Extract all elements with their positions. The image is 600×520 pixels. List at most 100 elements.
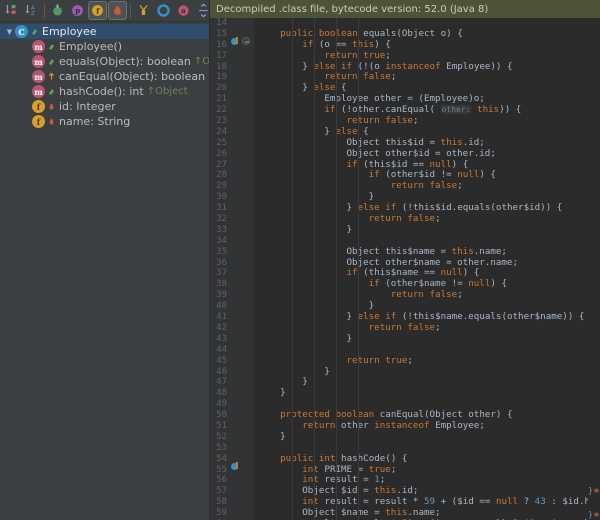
tree-item-employee-ctor[interactable]: m Employee() [0, 39, 209, 54]
gutter-line[interactable]: 40 [210, 301, 254, 312]
code-lines: public boolean equals(Object o) { if (o … [258, 18, 588, 520]
gutter-line[interactable]: 57 [210, 486, 254, 497]
line-number: 31 [210, 203, 228, 214]
gutter-line[interactable]: 28 [210, 170, 254, 181]
tree-item-canequal[interactable]: m canEqual(Object): boolean [0, 69, 209, 84]
visibility-private-icon [46, 117, 57, 126]
gutter-line[interactable]: 32 [210, 214, 254, 225]
gutter-line[interactable]: 23 [210, 116, 254, 127]
line-number: 59 [210, 508, 228, 519]
gutter-line[interactable]: 49 [210, 399, 254, 410]
gutter-line[interactable]: 27 [210, 160, 254, 171]
gutter-line[interactable]: 29 [210, 181, 254, 192]
visibility-public-icon [46, 42, 57, 51]
sort-by-visibility-icon[interactable] [2, 1, 21, 20]
gutter-line[interactable]: 51 [210, 421, 254, 432]
gutter-line[interactable]: 15 [210, 29, 254, 40]
line-number: 22 [210, 105, 228, 116]
tree-item-equals[interactable]: m equals(Object): boolean ↑Object [0, 54, 209, 69]
idea-decompiled-class-view: A Z p f [0, 0, 600, 520]
gutter-line[interactable]: 24 [210, 127, 254, 138]
tree-item-hashcode[interactable]: m hashCode(): int ↑Object [0, 84, 209, 99]
editor-area: Decompiled .class file, bytecode version… [210, 0, 600, 520]
gutter-line[interactable]: 34 [210, 236, 254, 247]
tree-item-label: name: String [59, 115, 130, 128]
gutter-line[interactable]: 45 [210, 356, 254, 367]
class-icon: C [15, 25, 28, 38]
gutter-line[interactable]: 41 [210, 312, 254, 323]
gutter-line[interactable]: 22 [210, 105, 254, 116]
gutter-line[interactable]: 33 [210, 225, 254, 236]
line-number: 38 [210, 279, 228, 290]
gutter-line[interactable]: 44 [210, 345, 254, 356]
gutter-line[interactable]: 20 [210, 83, 254, 94]
tree-item-name-field[interactable]: f name: String [0, 114, 209, 129]
line-number: 47 [210, 377, 228, 388]
autoscroll-to-source-icon[interactable]: a [174, 1, 193, 20]
editor-scrollbar[interactable]: }≡}≡ [588, 18, 600, 520]
gutter-line[interactable]: 25 [210, 138, 254, 149]
show-inherited-icon[interactable] [108, 1, 127, 20]
gutter-line[interactable]: 42 [210, 323, 254, 334]
gutter-line[interactable]: 26 [210, 149, 254, 160]
line-number: 58 [210, 497, 228, 508]
gutter-line[interactable]: 31 [210, 203, 254, 214]
line-number: 24 [210, 127, 228, 138]
gutter-line[interactable]: 14 [210, 18, 254, 29]
gutter-line[interactable]: 38 [210, 279, 254, 290]
gutter-line[interactable]: 21 [210, 94, 254, 105]
gutter-line[interactable]: 19 [210, 72, 254, 83]
visibility-private-icon [46, 102, 57, 111]
line-number: 40 [210, 301, 228, 312]
gutter-line[interactable]: 37 [210, 268, 254, 279]
gutter-line[interactable]: 47 [210, 377, 254, 388]
line-number: 45 [210, 356, 228, 367]
tree-item-label: Employee [42, 25, 96, 38]
show-properties-icon[interactable]: p [68, 1, 87, 20]
line-number: 42 [210, 323, 228, 334]
code-scroll-region[interactable]: 1415161718192021222324252627282930313233… [210, 18, 600, 520]
gutter-line[interactable]: 39 [210, 290, 254, 301]
gutter-line[interactable]: 53 [210, 443, 254, 454]
tree-item-id-field[interactable]: f id: Integer [0, 99, 209, 114]
tree-item-label: canEqual(Object): boolean [59, 70, 205, 83]
gutter-line[interactable]: 55 [210, 465, 254, 476]
visibility-public-icon [46, 57, 57, 66]
show-non-public-icon[interactable]: f [88, 1, 107, 20]
line-number: 16 [210, 40, 228, 51]
gutter-line[interactable]: 43 [210, 334, 254, 345]
show-fields-icon[interactable] [48, 1, 67, 20]
gutter-line[interactable]: 46 [210, 367, 254, 378]
field-icon: f [32, 115, 45, 128]
gutter-line[interactable]: 48 [210, 388, 254, 399]
line-number: 52 [210, 432, 228, 443]
indent-guide [358, 18, 359, 520]
tree-item-employee[interactable]: ▼ C Employee [0, 24, 209, 39]
editor-gutter[interactable]: 1415161718192021222324252627282930313233… [210, 18, 254, 520]
gutter-line[interactable]: 58 [210, 497, 254, 508]
tree-item-label: id: Integer [59, 100, 116, 113]
gutter-line[interactable]: 54 [210, 454, 254, 465]
gutter-line[interactable]: 17 [210, 51, 254, 62]
gutter-line[interactable]: 52 [210, 432, 254, 443]
gutter-line[interactable]: 56 [210, 475, 254, 486]
group-by-defining-type-icon[interactable] [134, 1, 153, 20]
show-anonymous-classes-icon[interactable] [154, 1, 173, 20]
gutter-line[interactable]: 16 [210, 40, 254, 51]
overrides-marker: ↑Object [147, 86, 188, 97]
tree-item-label: hashCode(): int [59, 85, 144, 98]
gutter-line[interactable]: 50 [210, 410, 254, 421]
line-number: 55 [210, 465, 228, 476]
gutter-line[interactable]: 18 [210, 62, 254, 73]
gutter-line[interactable]: 30 [210, 192, 254, 203]
sort-alphabetically-icon[interactable]: A Z [22, 1, 41, 20]
gutter-line[interactable]: 59 [210, 508, 254, 519]
gutter-line[interactable]: 35 [210, 247, 254, 258]
gutter-line[interactable]: 36 [210, 258, 254, 269]
line-number: 32 [210, 214, 228, 225]
code-text[interactable]: public boolean equals(Object o) { if (o … [254, 18, 588, 520]
structure-toolbar: A Z p f [0, 0, 209, 22]
chevron-down-icon[interactable]: ▼ [4, 26, 15, 37]
code-line: } [258, 225, 588, 236]
structure-tree[interactable]: ▼ C Employee m Employee() [0, 22, 209, 520]
